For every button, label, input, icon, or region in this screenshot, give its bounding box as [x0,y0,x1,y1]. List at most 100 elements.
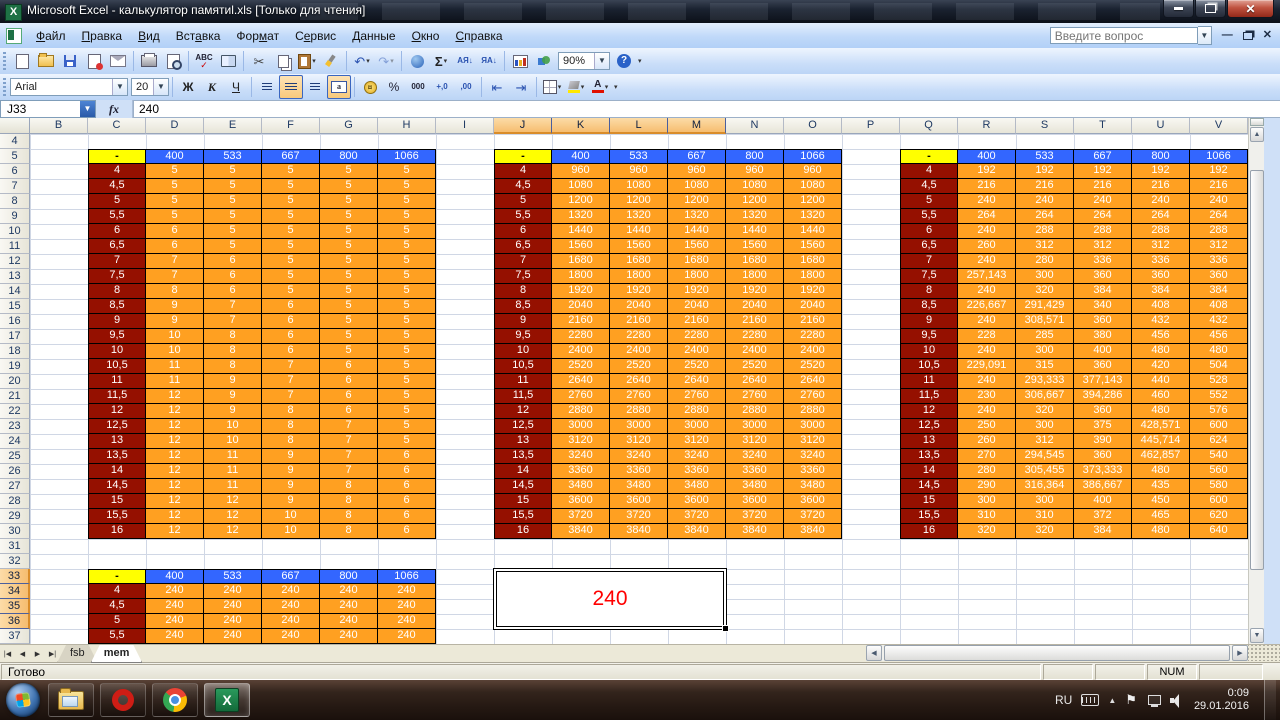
data-cell[interactable]: 1920 [552,284,610,299]
minimize-button[interactable] [1163,0,1194,18]
data-cell[interactable]: 240 [378,629,436,644]
data-cell[interactable]: 5 [320,224,378,239]
row-label-cell[interactable]: 14 [494,464,552,479]
row-label-cell[interactable]: 16 [494,524,552,539]
table-header-cell[interactable]: - [88,149,146,164]
taskbar-excel-button[interactable]: X [204,683,250,717]
thousands-button[interactable]: 000 [406,75,430,99]
data-cell[interactable]: 240 [146,584,204,599]
data-cell[interactable]: 294,545 [1016,449,1074,464]
data-cell[interactable]: 12 [146,389,204,404]
data-cell[interactable]: 2520 [610,359,668,374]
row-label-cell[interactable]: 12,5 [494,419,552,434]
data-cell[interactable]: 465 [1132,509,1190,524]
data-cell[interactable]: 288 [1074,224,1132,239]
table-header-cell[interactable]: 800 [1132,149,1190,164]
row-label-cell[interactable]: 11 [88,374,146,389]
data-cell[interactable]: 420 [1132,359,1190,374]
data-cell[interactable]: 5 [378,179,436,194]
underline-button[interactable]: Ч [224,75,248,99]
column-header-U[interactable]: U [1132,118,1190,134]
data-cell[interactable]: 1200 [610,194,668,209]
data-cell[interactable]: 5 [378,314,436,329]
table-header-cell[interactable]: 667 [1074,149,1132,164]
data-cell[interactable]: 5 [378,419,436,434]
data-cell[interactable]: 3720 [610,509,668,524]
data-cell[interactable]: 2640 [610,374,668,389]
row-label-cell[interactable]: 4 [88,584,146,599]
data-cell[interactable]: 336 [1190,254,1248,269]
data-cell[interactable]: 8 [320,509,378,524]
hyperlink-button[interactable] [405,49,429,73]
data-cell[interactable]: 192 [958,164,1016,179]
data-cell[interactable]: 2280 [610,329,668,344]
data-cell[interactable]: 12 [204,509,262,524]
data-cell[interactable]: 3000 [784,419,842,434]
data-cell[interactable]: 6 [146,224,204,239]
data-cell[interactable]: 1080 [726,179,784,194]
data-cell[interactable]: 6 [320,404,378,419]
data-cell[interactable]: 3360 [610,464,668,479]
table-header-cell[interactable]: 667 [262,569,320,584]
row-label-cell[interactable]: 9,5 [88,329,146,344]
column-header-Q[interactable]: Q [900,118,958,134]
row-label-cell[interactable]: 15,5 [900,509,958,524]
taskbar-opera-button[interactable] [100,683,146,717]
data-cell[interactable]: 3240 [784,449,842,464]
column-header-P[interactable]: P [842,118,900,134]
data-cell[interactable]: 6 [262,329,320,344]
data-cell[interactable]: 264 [1132,209,1190,224]
data-cell[interactable]: 450 [1132,494,1190,509]
row-header-12[interactable]: 12 [0,254,30,269]
menu-Файл[interactable]: Файл [28,26,74,46]
data-cell[interactable]: 320 [1016,524,1074,539]
data-cell[interactable]: 192 [1016,164,1074,179]
data-cell[interactable]: 5 [320,194,378,209]
data-cell[interactable]: 1320 [552,209,610,224]
data-cell[interactable]: 377,143 [1074,374,1132,389]
row-label-cell[interactable]: 12 [494,404,552,419]
row-label-cell[interactable]: 8,5 [88,299,146,314]
data-cell[interactable]: 3840 [610,524,668,539]
data-cell[interactable]: 3840 [668,524,726,539]
show-desktop-button[interactable] [1264,680,1276,720]
data-cell[interactable]: 3360 [552,464,610,479]
data-cell[interactable]: 1200 [668,194,726,209]
workbook-restore-button[interactable] [1243,32,1253,40]
data-cell[interactable]: 7 [262,374,320,389]
row-label-cell[interactable]: 5,5 [88,209,146,224]
data-cell[interactable]: 3720 [726,509,784,524]
data-cell[interactable]: 432 [1132,314,1190,329]
row-header-10[interactable]: 10 [0,224,30,239]
data-cell[interactable]: 9 [204,404,262,419]
row-label-cell[interactable]: 5 [494,194,552,209]
data-cell[interactable]: 460 [1132,389,1190,404]
font-size-combo[interactable]: 20 ▼ [131,78,169,96]
data-cell[interactable]: 480 [1132,344,1190,359]
data-cell[interactable]: 8 [146,284,204,299]
data-cell[interactable]: 5 [262,194,320,209]
data-cell[interactable]: 624 [1190,434,1248,449]
data-cell[interactable]: 3000 [668,419,726,434]
data-cell[interactable]: 6 [320,374,378,389]
data-cell[interactable]: 9 [262,479,320,494]
column-header-D[interactable]: D [146,118,204,134]
data-cell[interactable]: 3840 [784,524,842,539]
toolbar-options-icon[interactable]: ▾ [614,83,618,91]
data-cell[interactable]: 1560 [784,239,842,254]
row-label-cell[interactable]: 4,5 [88,599,146,614]
data-cell[interactable]: 1440 [552,224,610,239]
toolbar-options-icon[interactable]: ▾ [638,57,642,65]
data-cell[interactable]: 960 [668,164,726,179]
data-cell[interactable]: 504 [1190,359,1248,374]
data-cell[interactable]: 6 [378,449,436,464]
row-header-30[interactable]: 30 [0,524,30,539]
table-header-cell[interactable]: 1066 [784,149,842,164]
data-cell[interactable]: 3600 [668,494,726,509]
data-cell[interactable]: 312 [1190,239,1248,254]
column-header-C[interactable]: C [88,118,146,134]
data-cell[interactable]: 3480 [552,479,610,494]
row-label-cell[interactable]: 9 [494,314,552,329]
table-header-cell[interactable]: 1066 [1190,149,1248,164]
data-cell[interactable]: 960 [552,164,610,179]
